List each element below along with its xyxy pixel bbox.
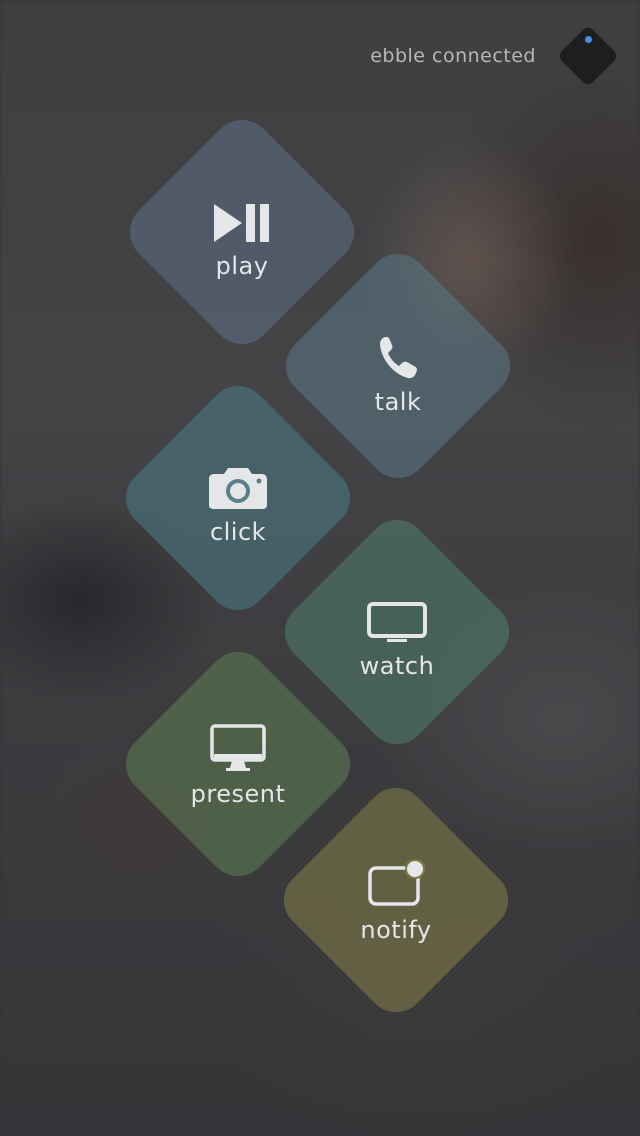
phone-icon	[380, 337, 417, 379]
notify-tile[interactable]: notify	[271, 775, 521, 1025]
play-label: play	[215, 252, 269, 280]
talk-tile[interactable]: talk	[273, 241, 523, 491]
click-label: click	[209, 518, 267, 546]
monitor-icon	[210, 724, 266, 771]
camera-icon	[209, 468, 267, 509]
present-label: present	[190, 780, 286, 808]
watch-tile[interactable]: watch	[272, 507, 522, 757]
tv-icon	[367, 602, 427, 642]
connection-dot	[585, 36, 592, 43]
notification-icon	[368, 859, 425, 906]
connection-status: ebble connected	[370, 45, 536, 67]
notify-label: notify	[360, 916, 432, 944]
present-tile[interactable]: present	[113, 639, 363, 889]
play-pause-icon	[214, 204, 269, 242]
click-tile[interactable]: click	[113, 373, 363, 623]
play-tile[interactable]: play	[117, 107, 367, 357]
